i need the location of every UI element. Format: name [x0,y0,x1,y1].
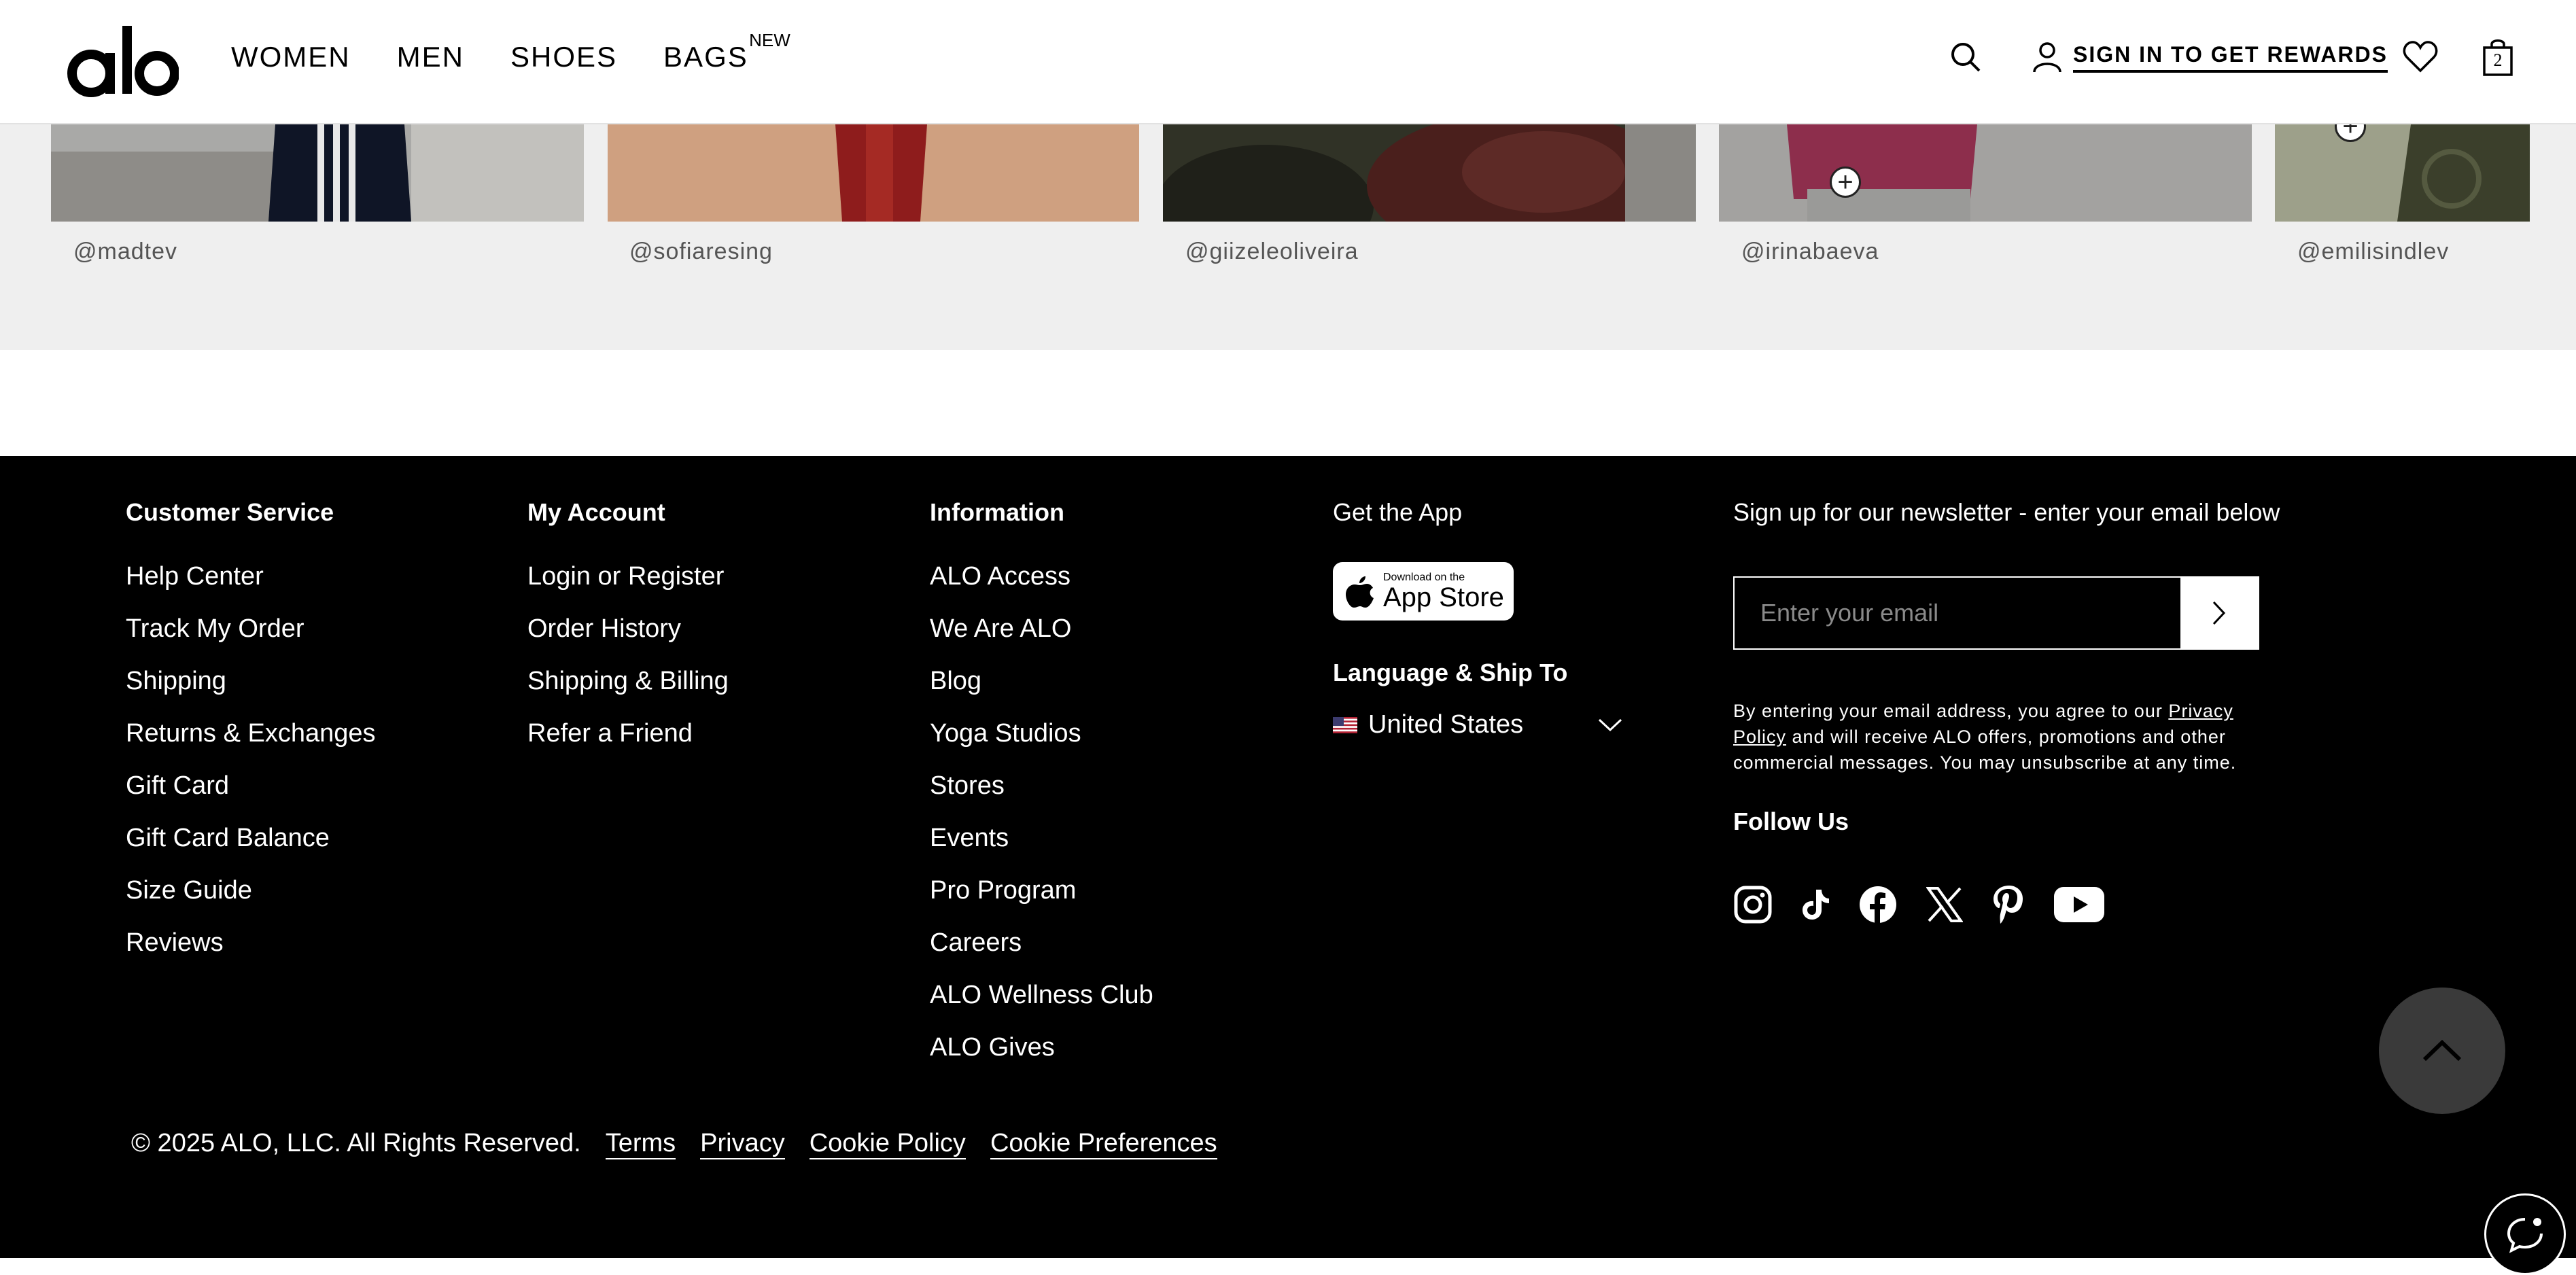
chat-bubble-icon [2507,1218,2543,1253]
footer-link[interactable]: Careers [930,928,1153,958]
main-nav: WOMEN MEN SHOES BAGS NEW [231,30,790,73]
legal-text-pre: By entering your email address, you agre… [1733,701,2169,721]
footer-col-title: Customer Service [126,498,334,526]
youtube-icon[interactable] [2054,887,2104,922]
ugc-photo[interactable] [608,124,1139,222]
footer-link[interactable]: Events [930,824,1153,853]
footer-link[interactable]: Gift Card Balance [126,824,376,853]
footer-col-title: My Account [527,498,665,526]
ugc-handle[interactable]: @sofiaresing [629,239,773,265]
follow-us-title: Follow Us [1733,807,1849,835]
chevron-down-icon [1598,718,1622,731]
sign-in-rewards-link[interactable]: SIGN IN TO GET REWARDS [2032,41,2388,73]
footer-link[interactable]: ALO Access [930,562,1153,591]
footer-link[interactable]: Stores [930,771,1153,801]
footer-my-account: My Account Login or Register Order Histo… [527,498,729,771]
ugc-handle[interactable]: @emilisindlev [2297,239,2449,265]
nav-bags[interactable]: BAGS NEW [663,30,790,73]
product-tag-plus-icon[interactable]: + [1830,167,1861,198]
newsletter-form [1733,576,2259,650]
language-ship-title: Language & Ship To [1333,659,1568,686]
country-label: United States [1368,710,1524,739]
footer-link[interactable]: Order History [527,614,729,644]
nav-shoes[interactable]: SHOES [510,41,617,73]
alo-logo[interactable] [67,20,179,99]
email-input[interactable] [1735,578,2180,648]
nav-bags-label: BAGS [663,41,748,73]
legal-text-post: and will receive ALO offers, promotions … [1733,727,2237,773]
nav-men[interactable]: MEN [397,41,464,73]
footer-app: Get the App Download on the App Store La… [1333,498,1622,739]
chevron-right-icon [2212,601,2226,625]
chevron-up-icon [2422,1039,2462,1062]
footer-newsletter: Sign up for our newsletter - enter your … [1733,498,2280,562]
footer-link[interactable]: ALO Wellness Club [930,981,1153,1010]
privacy-link[interactable]: Privacy [700,1129,785,1159]
site-header: WOMEN MEN SHOES BAGS NEW SIGN IN TO GET R… [0,0,2576,124]
instagram-icon[interactable] [1733,885,1773,924]
footer-link[interactable]: ALO Gives [930,1033,1153,1062]
apple-icon [1346,576,1374,608]
us-flag-icon [1333,716,1357,733]
country-selector[interactable]: United States [1333,710,1622,739]
back-to-top-button[interactable] [2379,988,2505,1114]
ugc-gallery: + + @madtev @sofiaresing @giizeleoliveir… [0,124,2576,350]
footer-link[interactable]: Yoga Studios [930,719,1153,748]
ugc-photo[interactable]: + [1719,124,2252,222]
footer-bottom-bar: © 2025 ALO, LLC. All Rights Reserved. Te… [131,1129,1217,1159]
footer-link[interactable]: Track My Order [126,614,376,644]
tiktok-icon[interactable] [1801,888,1830,921]
footer-link[interactable]: Shipping & Billing [527,667,729,696]
footer-col-title: Information [930,498,1064,526]
cookie-preferences-link[interactable]: Cookie Preferences [990,1129,1217,1159]
footer-link[interactable]: Returns & Exchanges [126,719,376,748]
pinterest-icon[interactable] [1991,884,2025,925]
newsletter-legal-text: By entering your email address, you agre… [1733,698,2263,775]
footer-link[interactable]: Blog [930,667,1153,696]
footer-link[interactable]: Reviews [126,928,376,958]
ugc-photo[interactable]: + [2275,124,2530,222]
footer-link[interactable]: Help Center [126,562,376,591]
ugc-handle[interactable]: @irinabaeva [1741,239,1879,265]
ugc-photo[interactable] [1163,124,1696,222]
footer-information: Information ALO Access We Are ALO Blog Y… [930,498,1153,1085]
app-store-badge[interactable]: Download on the App Store [1333,562,1514,621]
footer-link[interactable]: Gift Card [126,771,376,801]
terms-link[interactable]: Terms [605,1129,676,1159]
footer-link[interactable]: Pro Program [930,876,1153,905]
ugc-handle[interactable]: @giizeleoliveira [1185,239,1359,265]
shopping-bag-button[interactable]: 2 [2482,38,2513,76]
app-store-large-text: App Store [1383,582,1504,612]
ugc-handle[interactable]: @madtev [73,239,177,265]
cart-count: 2 [2493,50,2503,70]
x-twitter-icon[interactable] [1926,886,1963,923]
nav-women[interactable]: WOMEN [231,41,351,73]
footer-link[interactable]: Refer a Friend [527,719,729,748]
facebook-icon[interactable] [1858,885,1898,924]
get-app-title: Get the App [1333,498,1463,526]
cookie-policy-link[interactable]: Cookie Policy [809,1129,966,1159]
ugc-photo[interactable] [51,124,584,222]
search-icon[interactable] [1949,41,1982,73]
wishlist-heart-icon[interactable] [2403,39,2438,73]
footer-link[interactable]: Login or Register [527,562,729,591]
sign-in-label: SIGN IN TO GET REWARDS [2073,42,2388,73]
newsletter-title: Sign up for our newsletter - enter your … [1733,498,2280,526]
user-icon [2033,42,2061,73]
copyright-text: © 2025 ALO, LLC. All Rights Reserved. [131,1129,581,1157]
chat-button[interactable] [2484,1193,2566,1275]
footer-link[interactable]: Size Guide [126,876,376,905]
new-badge: NEW [749,30,790,50]
footer-link[interactable]: Shipping [126,667,376,696]
social-links [1733,884,2104,925]
footer-customer-service: Customer Service Help Center Track My Or… [126,498,376,981]
newsletter-submit-button[interactable] [2180,578,2258,648]
footer-link[interactable]: We Are ALO [930,614,1153,644]
site-footer: Customer Service Help Center Track My Or… [0,456,2576,1275]
